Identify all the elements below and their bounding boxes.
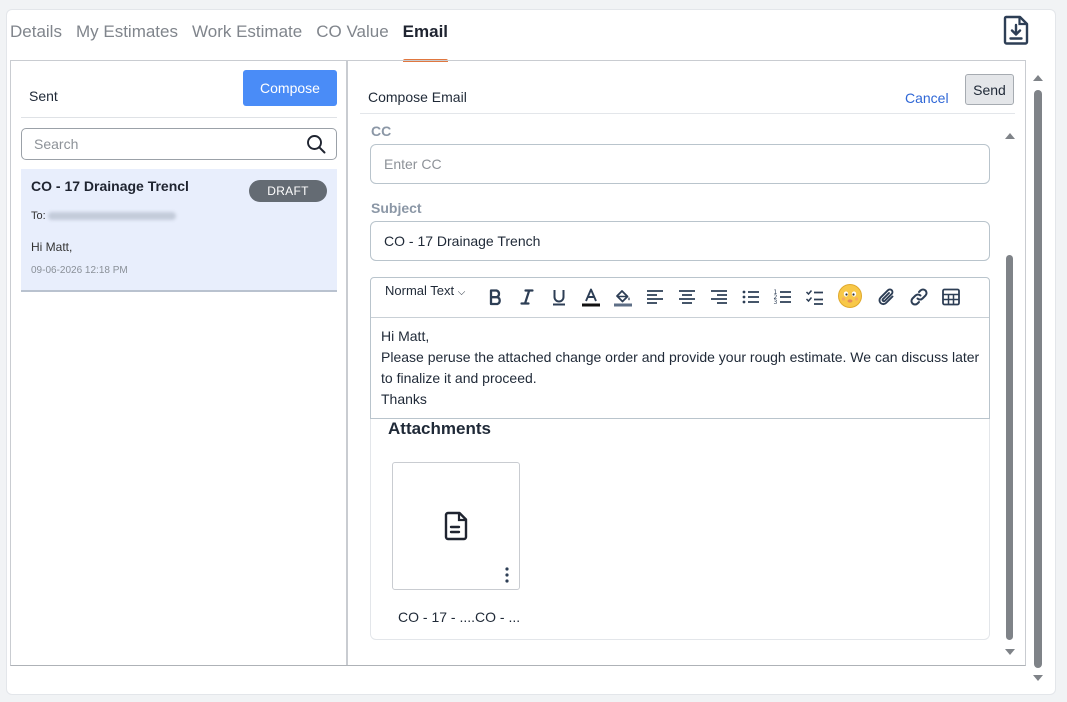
compose-scrollbar[interactable] xyxy=(1005,123,1015,659)
body-line: Please peruse the attached change order … xyxy=(381,349,980,386)
search-input[interactable] xyxy=(22,129,302,159)
tab-work-estimate[interactable]: Work Estimate xyxy=(185,22,309,62)
numbered-list-icon[interactable]: 123 xyxy=(772,286,794,308)
email-body-editor[interactable]: Hi Matt, Please peruse the attached chan… xyxy=(381,326,981,410)
scrollbar-thumb[interactable] xyxy=(1006,255,1013,640)
cc-label: CC xyxy=(371,123,392,139)
attach-icon[interactable] xyxy=(876,286,898,308)
align-center-icon[interactable] xyxy=(676,286,698,308)
attachment-card[interactable] xyxy=(392,462,520,590)
file-download-icon[interactable] xyxy=(1002,15,1030,45)
chevron-down-icon: ⌵ xyxy=(457,287,466,298)
subject-input[interactable] xyxy=(371,222,989,260)
italic-icon[interactable] xyxy=(516,286,538,308)
align-right-icon[interactable] xyxy=(708,286,730,308)
email-frame: Sent Compose CO - 17 Drainage Trencl DRA… xyxy=(10,60,1026,666)
email-preview: Hi Matt, xyxy=(31,240,73,254)
compose-pane: Compose Email Cancel Send CC Subject Nor… xyxy=(350,61,1025,665)
text-format-label: Normal Text xyxy=(385,283,455,298)
tab-bar: Details My Estimates Work Estimate CO Va… xyxy=(10,22,455,62)
status-badge: DRAFT xyxy=(249,180,327,202)
scroll-down-arrow-icon[interactable] xyxy=(1033,675,1043,681)
to-label: To: xyxy=(31,210,46,222)
highlight-icon[interactable] xyxy=(612,286,634,308)
scrollbar-thumb[interactable] xyxy=(1034,90,1042,668)
tab-my-estimates[interactable]: My Estimates xyxy=(69,22,185,62)
page-scrollbar[interactable] xyxy=(1032,72,1044,684)
rich-text-editor: Normal Text ⌵ 1 2 3 Hi Matt, Please peru… xyxy=(370,277,990,419)
email-timestamp: 09-06-2026 12:18 PM xyxy=(31,265,128,276)
divider xyxy=(21,117,337,118)
svg-text:3: 3 xyxy=(774,299,778,306)
link-icon[interactable] xyxy=(908,286,930,308)
sent-list-pane: Sent Compose CO - 17 Drainage Trencl DRA… xyxy=(11,61,348,665)
bold-icon[interactable] xyxy=(484,286,506,308)
tab-co-value[interactable]: CO Value xyxy=(309,22,395,62)
subject-label: Subject xyxy=(371,200,422,216)
align-left-icon[interactable] xyxy=(644,286,666,308)
list-item[interactable]: CO - 17 Drainage Trencl DRAFT To: Hi Mat… xyxy=(21,169,337,292)
divider xyxy=(360,113,1015,114)
attachment-name: CO - 17 - ....CO - ... xyxy=(398,609,521,625)
email-recipient: To: xyxy=(31,210,176,222)
cc-input[interactable] xyxy=(371,145,989,183)
table-icon[interactable] xyxy=(940,286,962,308)
body-line: Hi Matt, xyxy=(381,328,430,344)
scroll-up-arrow-icon[interactable] xyxy=(1033,75,1043,81)
attachments-section: Attachments CO - 17 - ....CO - ... xyxy=(370,419,990,640)
scroll-up-arrow-icon[interactable] xyxy=(1005,133,1015,139)
checklist-icon[interactable] xyxy=(804,286,826,308)
compose-button[interactable]: Compose xyxy=(243,70,337,106)
body-line: Thanks xyxy=(381,391,427,407)
text-format-dropdown[interactable]: Normal Text ⌵ xyxy=(385,283,465,298)
sent-label: Sent xyxy=(29,88,58,104)
subject-field-wrapper xyxy=(370,221,990,261)
redacted-recipient xyxy=(47,212,176,220)
search-box xyxy=(21,128,337,160)
email-subject: CO - 17 Drainage Trencl xyxy=(31,178,189,194)
editor-toolbar: Normal Text ⌵ 1 2 3 xyxy=(371,278,989,318)
more-options-icon[interactable] xyxy=(502,566,512,584)
scroll-down-arrow-icon[interactable] xyxy=(1005,649,1015,655)
emoji-icon[interactable] xyxy=(837,283,863,309)
compose-title: Compose Email xyxy=(368,89,467,105)
search-icon[interactable] xyxy=(306,134,326,154)
cc-field-wrapper xyxy=(370,144,990,184)
tab-email[interactable]: Email xyxy=(396,22,455,62)
tab-details[interactable]: Details xyxy=(10,22,69,62)
cancel-button[interactable]: Cancel xyxy=(905,90,949,106)
text-color-icon[interactable] xyxy=(580,286,602,308)
document-icon xyxy=(444,511,468,541)
send-button[interactable]: Send xyxy=(965,74,1014,105)
bullet-list-icon[interactable] xyxy=(740,286,762,308)
attachments-title: Attachments xyxy=(388,419,491,438)
underline-icon[interactable] xyxy=(548,286,570,308)
